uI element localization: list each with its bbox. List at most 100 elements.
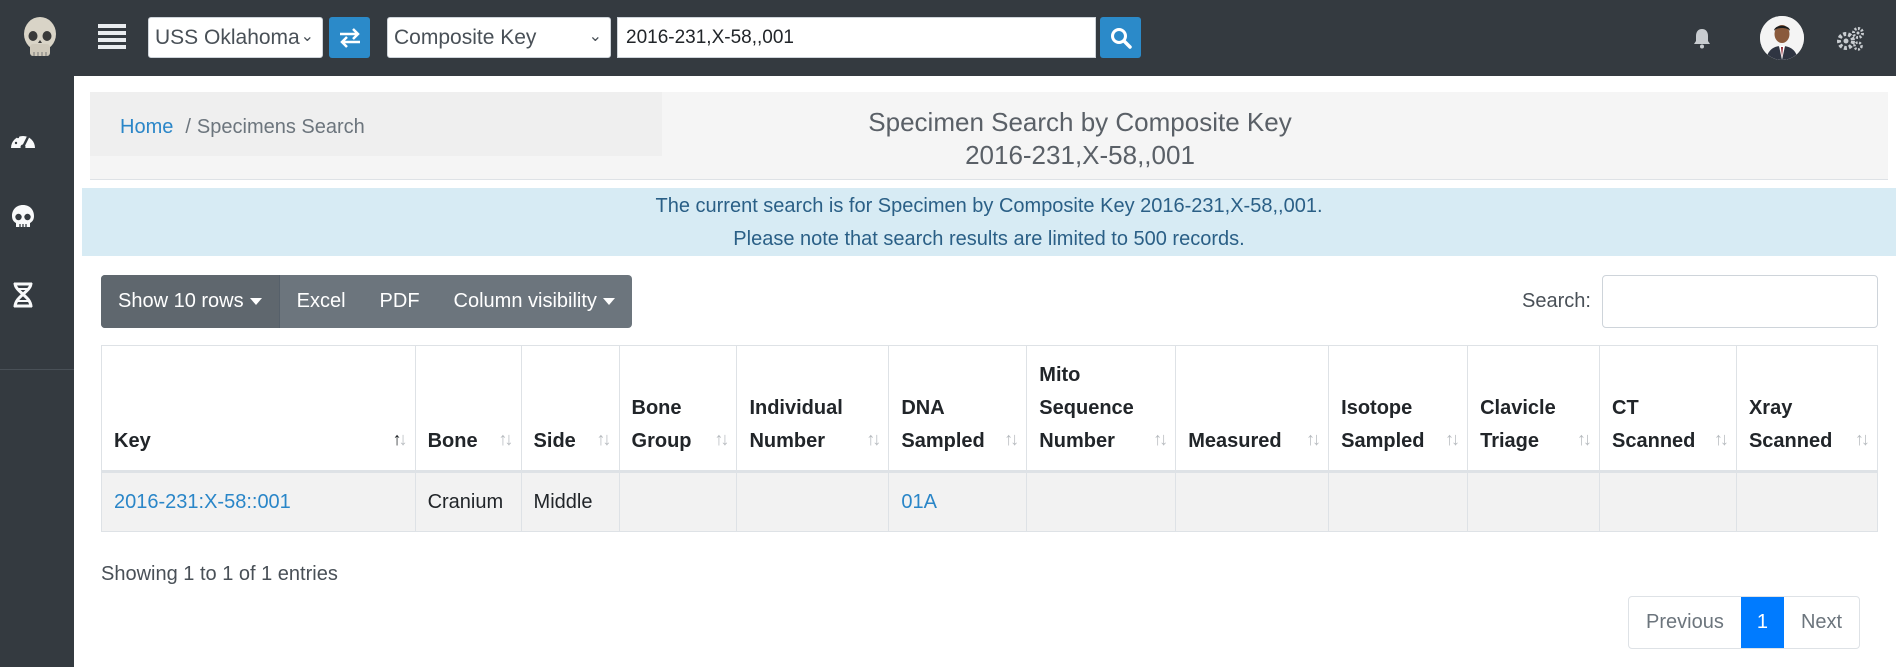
- column-header-individual-number[interactable]: Individual Number ↑↓: [736, 345, 890, 473]
- column-header-xray-scanned[interactable]: Xray Scanned ↑↓: [1735, 345, 1879, 473]
- chevron-down-icon: ⌄: [300, 28, 314, 45]
- table-search-input[interactable]: [1602, 275, 1878, 328]
- column-header-isotope-sampled[interactable]: Isotope Sampled ↑↓: [1328, 345, 1469, 473]
- sort-icon: ↑↓: [596, 429, 612, 449]
- swap-button[interactable]: [329, 17, 370, 58]
- column-header-bone-group[interactable]: Bone Group ↑↓: [618, 345, 738, 473]
- header-label: Measured: [1188, 430, 1282, 452]
- breadcrumb-current: Specimens Search: [196, 116, 365, 138]
- sort-icon: ↑↓: [1445, 429, 1460, 449]
- column-header-mito-sequence-number[interactable]: Mito Sequence Number ↑↓: [1026, 345, 1177, 473]
- top-navbar: USS Oklahoma ⌄ Composite Key ⌄ 2016-231,…: [0, 0, 1896, 76]
- header-label: Xray: [1748, 397, 1793, 419]
- cell-bone-group: [618, 471, 738, 532]
- page-title-line1: Specimen Search by Composite Key: [868, 107, 1292, 137]
- swap-arrows-icon: [339, 27, 360, 48]
- bell-icon[interactable]: [1690, 26, 1714, 50]
- ship-select[interactable]: USS Oklahoma ⌄: [148, 17, 323, 58]
- search-input[interactable]: 2016-231,X-58,,001: [617, 17, 1096, 58]
- column-header-ct-scanned[interactable]: CT Scanned ↑↓: [1599, 345, 1737, 473]
- breadcrumb-separator: /: [185, 116, 191, 138]
- pagination-page-1[interactable]: 1: [1740, 597, 1784, 648]
- cell-individual-number: [736, 471, 890, 532]
- sort-icon: ↑↓: [1004, 429, 1019, 449]
- page-title: Specimen Search by Composite Key 2016-23…: [690, 106, 1470, 172]
- avatar[interactable]: [1760, 16, 1804, 60]
- table-toolbar: Show 10 rows Excel PDF Column visibility: [101, 275, 632, 328]
- results-table: Key ↑↓ Bone ↑↓ Side ↑↓ Bone Group ↑↓ Ind…: [101, 345, 1879, 532]
- sort-ascending-icon: ↑↓: [392, 429, 408, 449]
- header-label: Isotope: [1341, 397, 1413, 419]
- header-label: Sampled: [901, 430, 985, 452]
- header-label: Number: [1039, 430, 1115, 452]
- column-header-clavicle-triage[interactable]: Clavicle Triage ↑↓: [1467, 345, 1601, 473]
- pdf-button[interactable]: PDF: [363, 275, 437, 328]
- header-label: Scanned: [1748, 430, 1833, 452]
- cell-ct-scanned: [1599, 471, 1737, 532]
- dashboard-gauge-icon[interactable]: [8, 126, 38, 156]
- search-type-select[interactable]: Composite Key ⌄: [387, 17, 611, 58]
- sort-icon: ↑↓: [866, 429, 881, 449]
- breadcrumb: Home / Specimens Search: [90, 92, 662, 156]
- sort-icon: ↑↓: [714, 429, 729, 449]
- pagination-next[interactable]: Next: [1784, 597, 1859, 648]
- hamburger-icon[interactable]: [98, 24, 126, 52]
- table-header-row: Key ↑↓ Bone ↑↓ Side ↑↓ Bone Group ↑↓ Ind…: [101, 345, 1879, 473]
- cell-dna-sampled: 01A: [888, 471, 1028, 532]
- ship-select-value: USS Oklahoma: [155, 26, 300, 49]
- header-label: Key: [114, 430, 151, 452]
- column-header-side[interactable]: Side ↑↓: [520, 345, 620, 473]
- page-header: Home / Specimens Search Specimen Search by…: [90, 92, 1888, 180]
- column-header-dna-sampled[interactable]: DNA Sampled ↑↓: [888, 345, 1028, 473]
- sort-icon: ↑↓: [1577, 429, 1592, 449]
- header-label: CT: [1612, 397, 1639, 419]
- column-visibility-label: Column visibility: [453, 290, 597, 312]
- pagination-previous[interactable]: Previous: [1629, 597, 1741, 648]
- header-label: Sampled: [1341, 430, 1425, 452]
- cell-side: Middle: [520, 471, 620, 532]
- skull-icon[interactable]: [8, 202, 38, 232]
- header-label: Side: [533, 430, 576, 452]
- gears-icon[interactable]: [1835, 24, 1865, 54]
- alert-line1: The current search is for Specimen by Co…: [655, 195, 1323, 217]
- sort-icon: ↑↓: [498, 429, 514, 449]
- skull-logo-icon[interactable]: [16, 14, 64, 62]
- header-label: Bone: [631, 397, 682, 419]
- pagination: Previous 1 Next: [1628, 596, 1861, 649]
- page-title-line2: 2016-231,X-58,,001: [965, 140, 1195, 170]
- sort-icon: ↑↓: [1153, 429, 1168, 449]
- cell-xray-scanned: [1735, 471, 1879, 532]
- table-row: 2016-231:X-58::001 Cranium Middle 01A: [101, 471, 1879, 532]
- header-label: Bone: [427, 430, 478, 452]
- header-label: Clavicle: [1480, 397, 1556, 419]
- excel-button[interactable]: Excel: [280, 275, 363, 328]
- header-label: Triage: [1480, 430, 1540, 452]
- column-header-measured[interactable]: Measured ↑↓: [1175, 345, 1330, 473]
- header-label: Individual: [749, 397, 843, 419]
- table-search-label: Search:: [1522, 290, 1591, 312]
- sort-icon: ↑↓: [1306, 429, 1321, 449]
- search-info-alert: The current search is for Specimen by Co…: [82, 188, 1896, 256]
- show-rows-label: Show 10 rows: [118, 290, 244, 312]
- breadcrumb-home-link[interactable]: Home: [120, 116, 173, 138]
- cell-bone: Cranium: [414, 471, 522, 532]
- column-header-key[interactable]: Key ↑↓: [101, 345, 416, 473]
- cell-measured: [1175, 471, 1330, 532]
- header-label: DNA: [901, 397, 945, 419]
- header-label: Group: [631, 430, 692, 452]
- header-label: Sequence: [1039, 397, 1134, 419]
- column-header-bone[interactable]: Bone ↑↓: [414, 345, 522, 473]
- search-icon: [1110, 27, 1132, 49]
- column-visibility-button[interactable]: Column visibility: [437, 275, 632, 328]
- header-label: Scanned: [1612, 430, 1696, 452]
- dna-icon[interactable]: [8, 280, 38, 310]
- specimen-key-link[interactable]: 2016-231:X-58::001: [114, 491, 291, 513]
- alert-line2: Please note that search results are limi…: [733, 228, 1245, 250]
- dna-sample-link[interactable]: 01A: [901, 491, 937, 513]
- sort-icon: ↑↓: [1713, 429, 1729, 449]
- header-label: Mito: [1039, 364, 1081, 386]
- table-info: Showing 1 to 1 of 1 entries: [101, 563, 338, 585]
- search-button[interactable]: [1100, 17, 1141, 58]
- chevron-down-icon: ⌄: [588, 28, 602, 45]
- show-rows-button[interactable]: Show 10 rows: [101, 275, 280, 328]
